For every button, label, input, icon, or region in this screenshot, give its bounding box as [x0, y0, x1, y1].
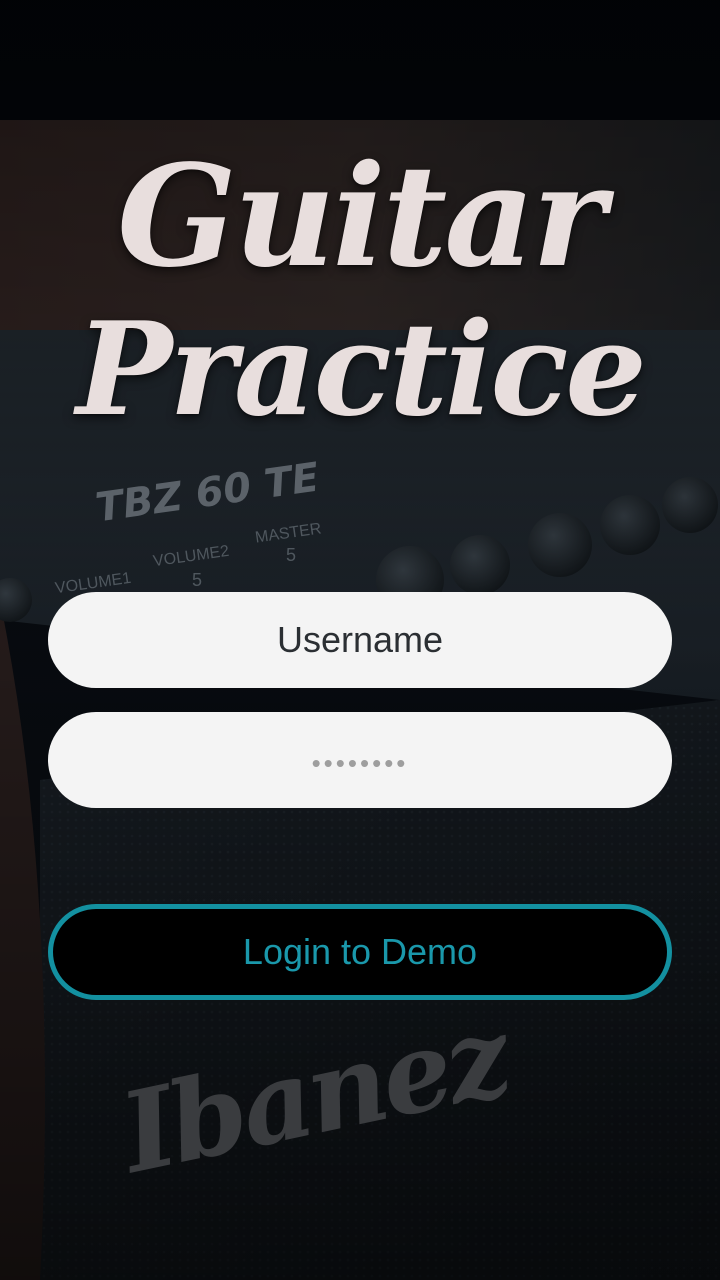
app-title-line2: Practice [76, 295, 647, 445]
app-title-line1: Guitar [117, 135, 606, 299]
knob-value-master: 5 [286, 545, 297, 565]
login-screen: TBZ 60 TE VOLUME1 VOLUME2 MASTER 5 5 Iba… [0, 0, 720, 1280]
password-input[interactable] [48, 712, 672, 808]
login-button[interactable]: Login to Demo [48, 904, 672, 1000]
username-input[interactable] [48, 592, 672, 688]
app-title: Guitar Practice [0, 135, 720, 446]
knob-value-volume2: 5 [192, 570, 203, 590]
